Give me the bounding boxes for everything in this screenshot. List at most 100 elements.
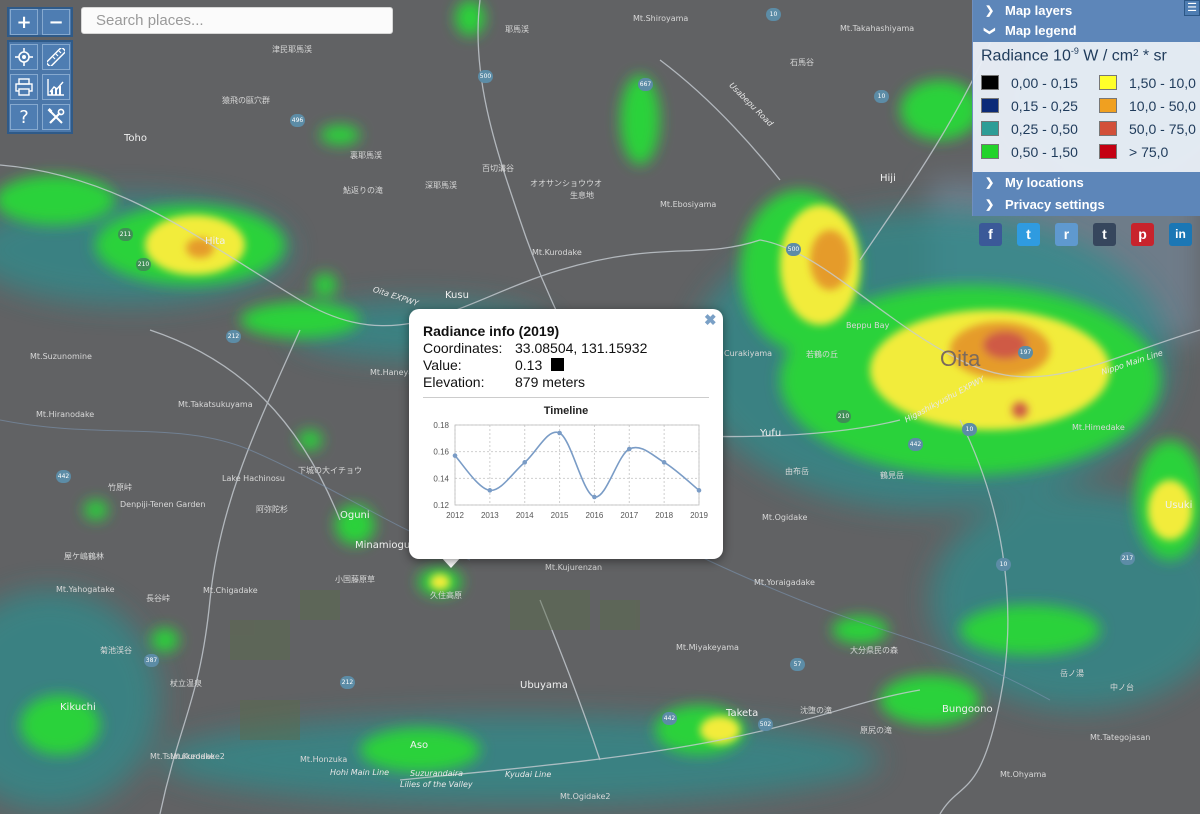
route-shield: 57 [790,658,805,671]
legend-item: 50,0 - 75,0 [1099,121,1196,137]
twitter-share-button[interactable]: t [1017,223,1040,246]
tumblr-share-button[interactable]: t [1093,223,1116,246]
x-tick-label: 2016 [586,511,604,520]
map-label: 耶馬渓 [505,25,529,34]
map-label: Taketa [726,708,759,719]
map-label: Mt.Kujurenzan [545,563,603,572]
legend-swatch [981,144,999,159]
measure-button[interactable] [42,44,70,70]
map-label: Mt.Ebosiyama [660,200,717,209]
value-field: 0.13 [515,357,565,373]
facebook-share-button[interactable]: f [979,223,1002,246]
layers-panel: ❯ Map layers ❯ Map legend Radiance 10-9 … [972,0,1200,216]
legend-item: 0,15 - 0,25 [981,98,1078,114]
legend-swatch [1099,121,1117,136]
map-label: Yufu [760,428,782,439]
x-tick-label: 2018 [655,511,673,520]
legend-item: 1,50 - 10,0 [1099,75,1196,91]
close-popup-button[interactable]: ✖ [704,311,717,329]
route-shield: 500 [786,243,801,256]
y-tick-label: 0.14 [433,474,449,483]
chart-icon [47,79,64,96]
pinterest-share-button[interactable]: p [1131,223,1154,246]
map-label: 竹原峠 [108,483,132,492]
coordinates-label: Coordinates: [423,340,503,356]
popup-title: Radiance info (2019) [423,323,560,339]
map-layers-header[interactable]: ❯ Map layers [973,0,1200,22]
x-tick-label: 2013 [481,511,499,520]
y-tick-label: 0.12 [433,501,449,510]
tumblr-icon: t [1102,226,1107,242]
legend-item-label: > 75,0 [1129,144,1169,160]
map-label: 若鶴の丘 [806,350,838,359]
map-label: Bungoono [942,704,993,715]
privacy-settings-label: Privacy settings [1005,197,1105,212]
ruler-icon [47,48,65,66]
map-label: Mt.Kurodake [532,248,582,257]
legend-item: > 75,0 [1099,144,1168,160]
map-label: 大分県民の森 [850,646,898,655]
map-label: Mt.Tategojasan [1090,733,1151,742]
x-tick-label: 2012 [446,511,464,520]
search-input[interactable] [81,7,393,34]
data-point [557,430,562,436]
location-button[interactable] [10,44,38,70]
map-label: 久住高原 [430,591,462,600]
zoom-out-button[interactable]: − [42,9,70,35]
map-legend-header[interactable]: ❯ Map legend [973,20,1200,42]
map-label: Lilies of the Valley [400,780,473,789]
x-tick-label: 2019 [690,511,708,520]
legend-item-label: 10,0 - 50,0 [1129,98,1196,114]
map-label: Toho [124,133,147,144]
map-label: Mt.Hiranodake [36,410,95,419]
map-label: 原尻の滝 [860,726,892,735]
my-locations-header[interactable]: ❯ My locations [973,172,1200,194]
map-label: 菊池渓谷 [100,646,132,655]
map-label: Mt.Miyakeyama [676,643,739,652]
popup-divider [423,397,709,398]
value-color-swatch [551,358,565,371]
legend-title: Radiance 10-9 W / cm² * sr [981,46,1167,65]
route-shield: 496 [290,114,305,127]
tools-button[interactable] [42,104,70,130]
data-point [661,460,667,465]
legend-item-label: 0,15 - 0,25 [1011,98,1078,114]
linkedin-share-button[interactable]: in [1169,223,1192,246]
map-label: Mt.Kurodake2 [170,752,225,761]
map-label: Kikuchi [60,702,96,713]
route-shield: 500 [478,70,493,83]
legend-swatch [981,121,999,136]
map-label: 屋ケ嶋鶴林 [64,552,104,561]
map-label: 生息地 [570,191,594,200]
map-label: 沈堕の滝 [800,706,832,715]
privacy-settings-header[interactable]: ❯ Privacy settings [973,194,1200,216]
map-label: Mt.Chigadake [203,586,258,595]
route-shield: 10 [962,423,977,436]
zoom-in-button[interactable]: + [10,9,38,35]
route-shield: 197 [1018,346,1033,359]
map-label: Mt.Ogidake [762,513,808,522]
map-label: Mt.Ohyama [1000,770,1047,779]
chevron-right-icon: ❯ [985,199,995,211]
data-point [696,488,702,493]
map-label: オオサンショウウオ [530,179,602,188]
help-icon: ? [19,106,29,128]
legend-swatch [981,75,999,90]
tool-controls: ? [7,40,73,134]
hamburger-icon: ☰ [1187,2,1197,14]
value-value: 0.13 [515,357,543,373]
reddit-share-button[interactable]: r [1055,223,1078,246]
map-label: Mt.Ogidake2 [560,792,611,801]
legend-item: 0,25 - 0,50 [981,121,1078,137]
data-point [452,453,458,458]
twitter-icon: t [1026,226,1031,242]
map-label: Lake Hachinosu [222,474,285,483]
elevation-label: Elevation: [423,374,485,390]
route-shield: 211 [118,228,133,241]
print-button[interactable] [10,74,38,100]
legend-swatch [1099,75,1117,90]
chart-button[interactable] [42,74,70,100]
help-button[interactable]: ? [10,104,38,130]
menu-button[interactable]: ☰ [1184,0,1200,16]
radiance-info-popup: ✖ Radiance info (2019) Coordinates: 33.0… [409,309,723,559]
